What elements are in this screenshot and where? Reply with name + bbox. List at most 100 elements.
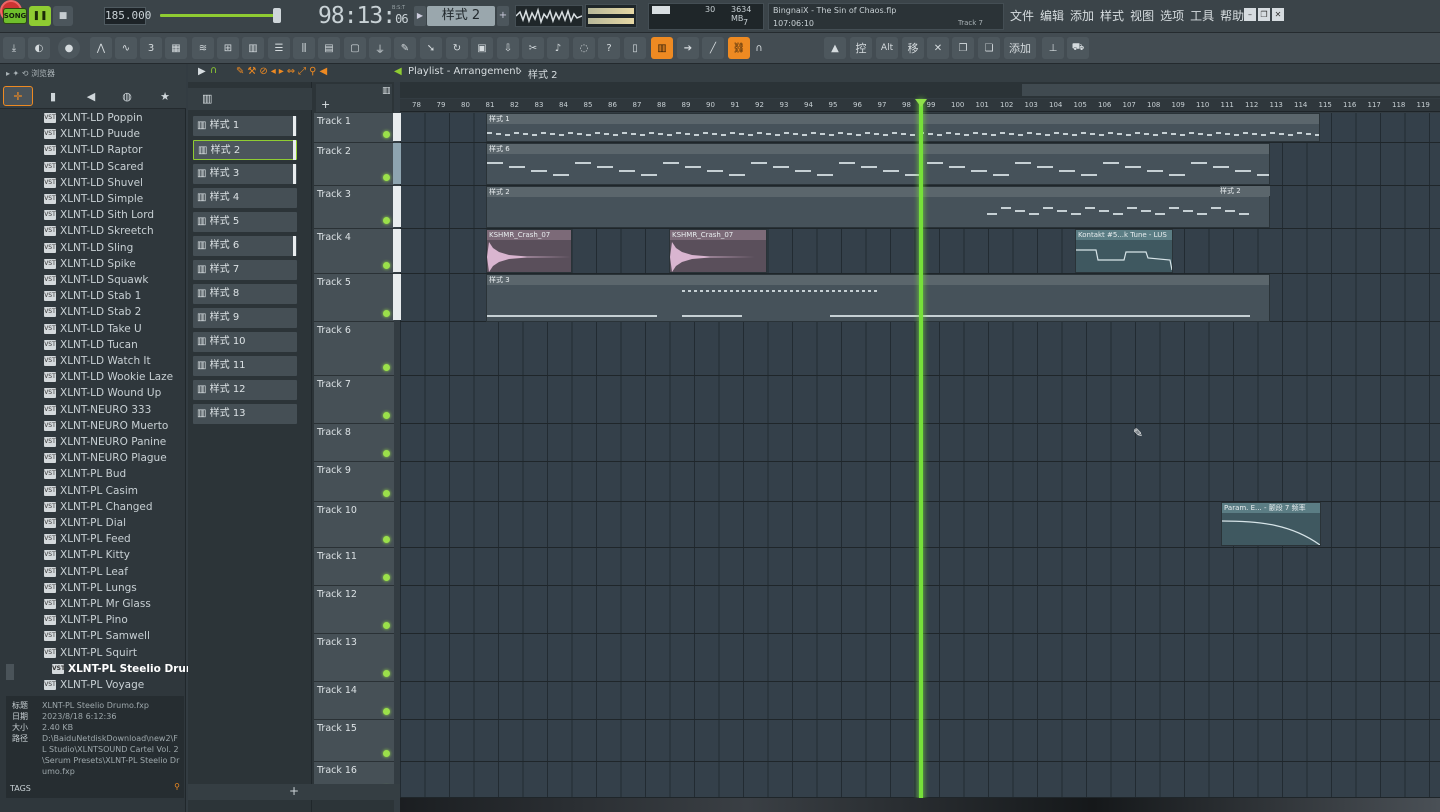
ctrl-button[interactable]: 控 xyxy=(850,37,872,59)
browser-item[interactable]: VST XLNT-PL Squirt xyxy=(44,645,137,661)
browser-tab-db[interactable]: ◍ xyxy=(112,86,142,106)
cut-icon[interactable]: ✂ xyxy=(522,37,544,59)
track-enable-led[interactable] xyxy=(383,131,390,138)
browser-item[interactable]: VST XLNT-LD Squawk xyxy=(44,272,149,288)
track-header[interactable]: Track 2 xyxy=(314,143,394,186)
master-volume-handle[interactable] xyxy=(273,8,281,23)
track-header[interactable]: Track 7 xyxy=(314,376,394,424)
pattern-selector[interactable]: 样式 2 xyxy=(427,6,495,26)
browser-item[interactable]: VST XLNT-NEURO Plague xyxy=(44,450,167,466)
browser-item[interactable]: VST XLNT-PL Dial xyxy=(44,515,126,531)
tempo-field[interactable]: 185.000 xyxy=(104,7,151,25)
browser-item[interactable]: VST XLNT-PL Samwell xyxy=(44,628,150,644)
playhead[interactable] xyxy=(919,99,923,812)
tags-bar[interactable]: TAGS ⚲ xyxy=(6,780,184,798)
browser-item[interactable]: VST XLNT-NEURO Panine xyxy=(44,434,166,450)
pattern-item[interactable]: ▥ 样式 6 xyxy=(193,236,297,256)
mixer-view-icon[interactable]: ⫼ xyxy=(293,37,315,59)
track-enable-led[interactable] xyxy=(383,450,390,457)
pattern-item[interactable]: ▥ 样式 8 xyxy=(193,284,297,304)
track-select-strip[interactable] xyxy=(393,113,401,141)
browser-tab-files[interactable]: ▮ xyxy=(38,86,68,106)
menu-file[interactable]: 文件 xyxy=(1010,7,1034,24)
playlist-clip[interactable]: Kontakt #5...k Tune - LUS xyxy=(1075,229,1173,273)
search-icon[interactable]: ⚲ xyxy=(174,782,180,791)
pattern-prev-button[interactable]: ▶ xyxy=(414,6,426,26)
blend-notes-icon[interactable]: ≋ xyxy=(192,37,214,59)
save-icon[interactable]: ▣ xyxy=(471,37,493,59)
playlist-overview[interactable] xyxy=(400,82,1440,98)
pattern-item[interactable]: ▥ 样式 13 xyxy=(193,404,297,424)
browser-item[interactable]: VST XLNT-LD Skreetch xyxy=(44,223,154,239)
browser-item[interactable]: VST XLNT-PL Mr Glass xyxy=(44,596,151,612)
menu-patterns[interactable]: 样式 xyxy=(1100,7,1124,24)
track-enable-led[interactable] xyxy=(383,490,390,497)
playlist-clip[interactable]: 样式 6 xyxy=(486,143,1270,185)
minimize-button[interactable]: – xyxy=(1244,8,1256,21)
browser-item[interactable]: VST XLNT-LD Simple xyxy=(44,191,143,207)
split-icon[interactable]: ⊥ xyxy=(1042,37,1064,59)
magnet-icon[interactable]: ∩ xyxy=(754,37,764,59)
track-enable-led[interactable] xyxy=(383,174,390,181)
pattern-item[interactable]: ▥ 样式 10 xyxy=(193,332,297,352)
snap-magnet-icon[interactable]: ∩ xyxy=(210,65,217,76)
menu-tools[interactable]: 工具 xyxy=(1190,7,1214,24)
browser-item[interactable]: VST XLNT-LD Stab 2 xyxy=(44,304,141,320)
master-pitch-knob[interactable]: ● xyxy=(58,37,80,59)
pattern-item[interactable]: ▥ 样式 2 xyxy=(193,140,297,160)
menu-options[interactable]: 选项 xyxy=(1160,7,1184,24)
menu-help[interactable]: 帮助 xyxy=(1220,7,1244,24)
browser-scrollbar[interactable] xyxy=(6,664,14,680)
countdown-icon[interactable]: 3 xyxy=(140,37,162,59)
browser-icon[interactable]: ✎ xyxy=(394,37,416,59)
browser-item[interactable]: VST XLNT-LD Spike xyxy=(44,256,136,272)
browser-item[interactable]: VST XLNT-PL Leaf xyxy=(44,564,128,580)
mic-icon[interactable]: ♪ xyxy=(547,37,569,59)
add-button[interactable]: 添加 xyxy=(1004,37,1036,59)
track-select-strip[interactable] xyxy=(393,274,401,320)
metronome-icon[interactable]: ⋀ xyxy=(90,37,112,59)
download-icon[interactable]: ⤓ xyxy=(3,37,25,59)
playlist-clip[interactable]: 样式 1 xyxy=(486,113,1320,142)
stop-button[interactable]: ■ xyxy=(53,6,73,26)
browser-item[interactable]: VST XLNT-LD Take U xyxy=(44,321,142,337)
menu-edit[interactable]: 编辑 xyxy=(1040,7,1064,24)
track-header[interactable]: Track 6 xyxy=(314,322,394,376)
browser-item[interactable]: VST XLNT-LD Wookie Laze xyxy=(44,369,173,385)
play-arrow-icon[interactable]: ➔ xyxy=(677,37,699,59)
pattern-item[interactable]: ▥ 样式 11 xyxy=(193,356,297,376)
browser-item[interactable]: VST XLNT-LD Tucan xyxy=(44,337,138,353)
pattern-item[interactable]: ▥ 样式 3 xyxy=(193,164,297,184)
browser-item[interactable]: VST XLNT-LD Sith Lord xyxy=(44,207,154,223)
menu-arrow-icon[interactable]: ▶ xyxy=(198,66,206,77)
browser-item[interactable]: VST XLNT-LD Scared xyxy=(44,159,144,175)
track-header[interactable]: Track 11 xyxy=(314,548,394,586)
loop-record-icon[interactable]: ⊞ xyxy=(217,37,239,59)
render-icon[interactable]: ⇩ xyxy=(497,37,519,59)
browser-item[interactable]: VST XLNT-NEURO Muerto xyxy=(44,418,168,434)
track-enable-led[interactable] xyxy=(383,708,390,715)
browser-item[interactable]: VST XLNT-PL Voyage xyxy=(44,677,144,693)
track-enable-led[interactable] xyxy=(383,217,390,224)
track-enable-led[interactable] xyxy=(383,310,390,317)
copy-icon[interactable]: ❐ xyxy=(952,37,974,59)
browser-item[interactable]: VST XLNT-PL Feed xyxy=(44,531,131,547)
browser-tab-plugins[interactable]: ◀ xyxy=(76,86,106,106)
pattern-item[interactable]: ▥ 样式 5 xyxy=(193,212,297,232)
playlist-clip[interactable]: KSHMR_Crash_07 xyxy=(669,229,767,273)
browser-item[interactable]: VST XLNT-NEURO 333 xyxy=(44,402,151,418)
playlist-clip[interactable]: KSHMR_Crash_07 xyxy=(486,229,572,273)
track-header[interactable]: Track 4 xyxy=(314,229,394,274)
track-header[interactable]: Track 12 xyxy=(314,586,394,634)
browser-item[interactable]: VST XLNT-LD Wound Up xyxy=(44,385,161,401)
track-header[interactable]: Track 14 xyxy=(314,682,394,720)
arrow-icon[interactable]: ➘ xyxy=(420,37,442,59)
piano-icon[interactable]: ▥ xyxy=(651,37,673,59)
delete-icon[interactable]: ✕ xyxy=(927,37,949,59)
alt-button[interactable]: Alt xyxy=(876,37,898,59)
stamp-icon[interactable]: ▲ xyxy=(824,37,846,59)
pause-button[interactable]: ❚❚ xyxy=(29,6,51,26)
browser-item[interactable]: VST XLNT-PL Casim xyxy=(44,483,138,499)
restore-button[interactable]: ❐ xyxy=(1258,8,1270,21)
track-header[interactable]: Track 1 xyxy=(314,113,394,143)
